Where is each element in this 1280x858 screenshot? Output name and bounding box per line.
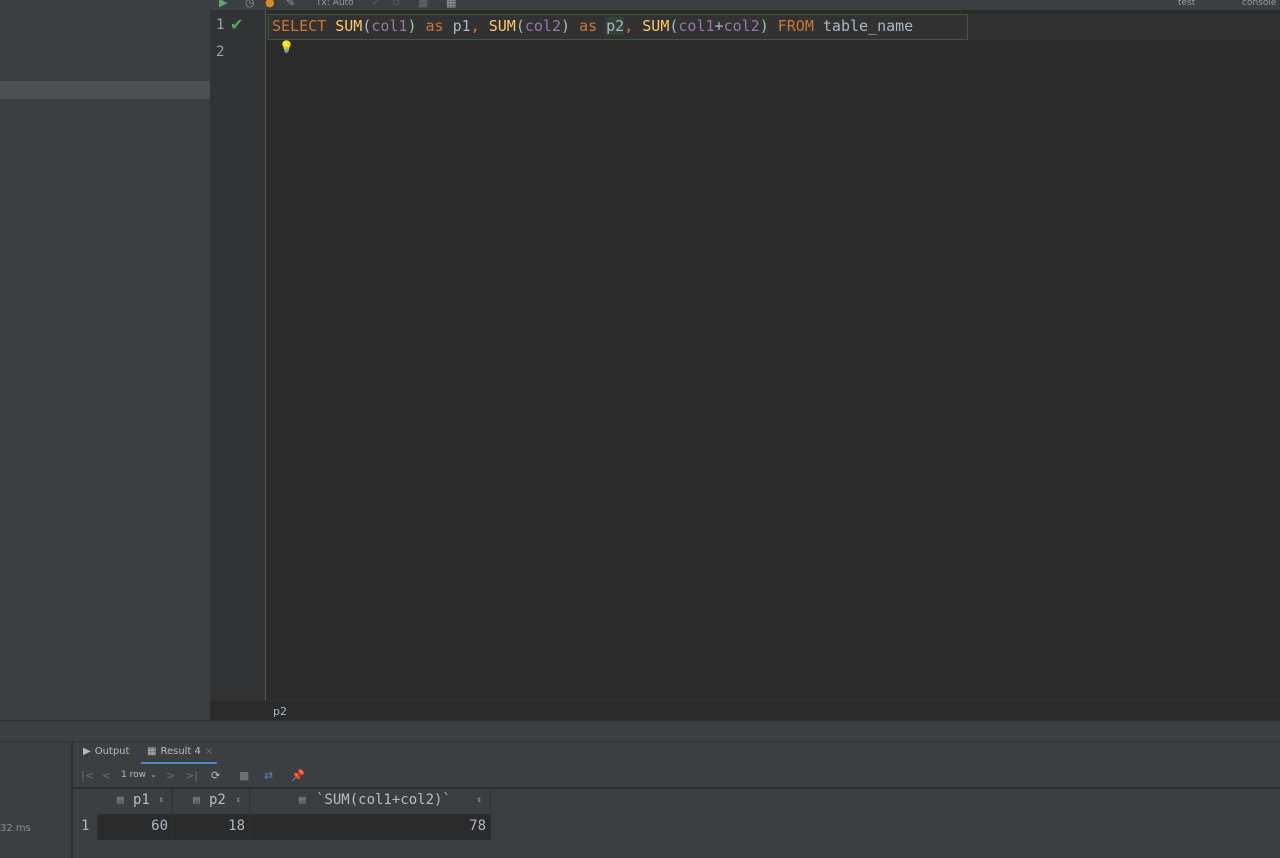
table-icon[interactable]: ▦ bbox=[446, 0, 456, 10]
explain-icon[interactable]: ● bbox=[265, 0, 275, 10]
chevron-down-icon[interactable]: ⌄ bbox=[150, 770, 157, 779]
keyword: as bbox=[425, 17, 444, 35]
rollback-icon[interactable]: ↺ bbox=[392, 0, 401, 10]
next-page-icon[interactable]: > bbox=[166, 769, 175, 782]
function: SUM bbox=[642, 17, 670, 35]
project-panel bbox=[0, 0, 210, 720]
keyword: FROM bbox=[777, 17, 814, 35]
sort-icon[interactable]: ⇕ bbox=[236, 795, 241, 804]
tab-output[interactable]: ▶ Output bbox=[83, 746, 129, 757]
row-number[interactable]: 1 bbox=[73, 814, 97, 840]
settings-icon[interactable]: ✎ bbox=[286, 0, 295, 10]
table-cell[interactable]: 78 bbox=[250, 814, 491, 840]
column-header-p2[interactable]: ▤ p2 ⇕ bbox=[173, 789, 250, 813]
editor-toolbar: ▶ ◷ ● ✎ Tx: Auto ✓ ↺ ■ ▦ test console bbox=[210, 0, 1280, 10]
tab-result[interactable]: ▦ Result 4 × bbox=[147, 746, 213, 757]
column-ref: col1 bbox=[678, 17, 715, 35]
line-number: 1 bbox=[216, 17, 225, 33]
stop-icon[interactable]: ■ bbox=[418, 0, 428, 10]
breadcrumb: p2 bbox=[210, 700, 1280, 720]
cell-value: 18 bbox=[228, 818, 245, 834]
datasource-selector[interactable]: test bbox=[1178, 0, 1195, 10]
cell-value: 78 bbox=[469, 818, 486, 834]
sort-icon[interactable]: ⇕ bbox=[159, 795, 164, 804]
refresh-icon[interactable]: ⟳ bbox=[211, 769, 220, 782]
table-ref: table_name bbox=[822, 17, 914, 35]
pin-icon[interactable]: 📌 bbox=[291, 769, 305, 782]
sql-editor[interactable] bbox=[266, 10, 1280, 700]
execution-time: 32 ms bbox=[0, 823, 31, 834]
row-count-selector[interactable]: 1 row bbox=[121, 770, 146, 780]
close-icon[interactable]: × bbox=[205, 746, 213, 757]
history-icon[interactable]: ◷ bbox=[245, 0, 255, 10]
column-header-sum[interactable]: ▤ `SUM(col1+col2)` ⇕ bbox=[250, 789, 491, 813]
keyword: as bbox=[579, 17, 598, 35]
function: SUM bbox=[335, 17, 363, 35]
services-tree bbox=[0, 742, 72, 858]
function: SUM bbox=[488, 17, 516, 35]
console-selector[interactable]: console bbox=[1242, 0, 1276, 10]
column-icon: ▤ bbox=[299, 793, 306, 806]
alias: p1 bbox=[452, 17, 471, 35]
column-ref: col2 bbox=[524, 17, 561, 35]
editor-gutter: 1 ✔ 2 bbox=[210, 10, 266, 700]
table-icon: ▦ bbox=[147, 746, 157, 757]
last-page-icon[interactable]: >| bbox=[185, 769, 198, 782]
column-icon: ▤ bbox=[117, 793, 124, 806]
output-icon: ▶ bbox=[83, 746, 91, 757]
breadcrumb-item[interactable]: p2 bbox=[273, 705, 287, 718]
compare-icon[interactable]: ⇄ bbox=[264, 769, 273, 782]
run-icon[interactable]: ▶ bbox=[219, 0, 227, 10]
previous-page-icon[interactable]: < bbox=[102, 769, 111, 782]
column-label: p1 bbox=[133, 792, 150, 808]
stop-icon[interactable]: ■ bbox=[239, 769, 249, 782]
tab-label: Result 4 bbox=[160, 746, 201, 757]
tab-label: Output bbox=[94, 746, 130, 757]
keyword: SELECT bbox=[272, 17, 327, 35]
tx-mode-dropdown[interactable]: Tx: Auto bbox=[316, 0, 354, 10]
column-ref: col2 bbox=[723, 17, 760, 35]
selected-tree-row[interactable] bbox=[0, 81, 210, 99]
result-tabs: ▶ Output ▦ Result 4 × bbox=[73, 742, 1280, 764]
services-header bbox=[0, 720, 1280, 742]
column-icon: ▤ bbox=[193, 793, 200, 806]
table-cell[interactable]: 18 bbox=[173, 814, 250, 840]
line-number: 2 bbox=[216, 44, 225, 60]
commit-icon[interactable]: ✓ bbox=[371, 0, 380, 10]
check-icon: ✔ bbox=[230, 15, 244, 34]
sort-icon[interactable]: ⇕ bbox=[477, 795, 482, 804]
column-label: `SUM(col1+col2)` bbox=[316, 792, 451, 808]
first-page-icon[interactable]: |< bbox=[81, 769, 94, 782]
alias-under-caret: p2 bbox=[606, 17, 625, 35]
operator: + bbox=[714, 17, 724, 35]
column-ref: col1 bbox=[371, 17, 408, 35]
table-cell[interactable]: 60 bbox=[97, 814, 173, 840]
column-label: p2 bbox=[209, 792, 226, 808]
lightbulb-icon[interactable]: 💡 bbox=[279, 40, 294, 54]
cell-value: 60 bbox=[151, 818, 168, 834]
column-header-p1[interactable]: ▤ p1 ⇕ bbox=[97, 789, 173, 813]
result-toolbar: |< < 1 row ⌄ > >| ⟳ ■ ⇄ 📌 bbox=[73, 764, 1280, 788]
code-line-1[interactable]: SELECT SUM(col1) as p1, SUM(col2) as p2,… bbox=[272, 17, 913, 35]
